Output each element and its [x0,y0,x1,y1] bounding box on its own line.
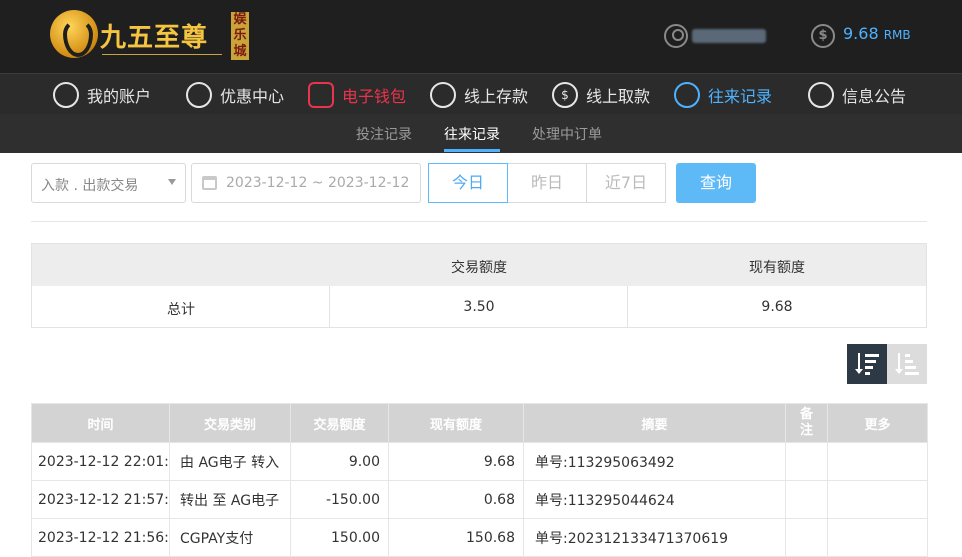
nav-my-account[interactable]: 我的账户 [53,80,151,110]
date-range-picker[interactable]: 2023-12-12 ~ 2023-12-12 [191,163,421,203]
summary-table: 交易额度 现有额度 总计 3.50 9.68 [31,243,927,328]
brand-name: 九五至尊 [100,23,209,53]
summary-total-amount: 3.50 [463,299,495,315]
gift-icon [186,82,212,108]
cell-note [785,442,828,481]
range-today-button[interactable]: 今日 [428,163,508,203]
sort-desc-button[interactable] [847,344,887,384]
active-tab-indicator [444,149,500,152]
cell-balance: 9.68 [388,442,524,481]
col-time: 时间 [31,403,170,443]
cell-more[interactable] [827,480,928,519]
balance-currency: RMB [883,28,911,42]
chevron-down-icon [168,179,176,185]
calendar-icon [202,176,217,190]
date-range-value: 2023-12-12 ~ 2023-12-12 [226,175,410,191]
query-button[interactable]: 查询 [676,163,756,203]
sort-asc-icon [895,353,919,375]
nav-withdraw[interactable]: $ 线上取款 [552,80,650,110]
nav-label: 线上存款 [464,87,529,106]
cell-type: 由 AG电子 转入 [169,442,291,481]
nav-e-wallet[interactable]: 电子钱包 [308,80,406,110]
table-row: 2023-12-12 21:57:12 转出 至 AG电子 -150.00 0.… [31,480,928,519]
divider [31,221,927,222]
sub-nav: 投注记录 往来记录 处理中订单 [0,114,962,153]
deposit-icon [430,82,456,108]
subtab-pending-orders[interactable]: 处理中订单 [532,124,602,144]
col-type: 交易类别 [169,403,291,443]
records-icon [674,82,700,108]
nav-records[interactable]: 往来记录 [674,80,772,110]
range-7days-button[interactable]: 近7日 [586,163,666,203]
cell-balance: 0.68 [388,480,524,519]
col-amount: 交易额度 [290,403,389,443]
brand-seal: 娱乐城 [231,12,249,60]
cell-time: 2023-12-12 21:57:12 [31,480,170,519]
logo-badge-icon [50,10,98,58]
col-note: 备注 [785,403,828,443]
coin-icon: $ [811,24,835,48]
cell-more[interactable] [827,442,928,481]
subtab-transactions[interactable]: 往来记录 [444,124,500,144]
username-masked [692,29,766,43]
main-nav: 我的账户 优惠中心 电子钱包 线上存款 $ 线上取款 往来记录 信息公告 [0,73,962,114]
summary-total-label: 总计 [167,302,195,318]
cell-memo: 单号:113295044624 [523,480,786,519]
cell-time: 2023-12-12 22:01:08 [31,442,170,481]
user-icon [53,82,79,108]
balance-number: 9.68 [843,24,879,43]
range-yesterday-button[interactable]: 昨日 [507,163,587,203]
cell-amount: 9.00 [290,442,389,481]
nav-label: 线上取款 [586,87,651,106]
wallet-icon [308,82,334,108]
nav-announcements[interactable]: 信息公告 [808,80,906,110]
cell-type: 转出 至 AG电子 [169,480,291,519]
nav-deposit[interactable]: 线上存款 [430,80,528,110]
sort-asc-button[interactable] [887,344,927,384]
nav-label: 我的账户 [87,87,152,106]
cell-memo: 单号:113295063492 [523,442,786,481]
subtab-bet-records[interactable]: 投注记录 [356,124,412,144]
sort-desc-icon [855,353,879,375]
table-header-row: 时间 交易类别 交易额度 现有额度 摘要 备注 更多 [31,403,928,443]
summary-header-amount: 交易额度 [451,260,507,276]
summary-total-balance: 9.68 [761,299,793,315]
col-more: 更多 [827,403,928,443]
top-header: 九五至尊 娱乐城 $ 9.68 RMB [0,0,962,73]
bell-icon [808,82,834,108]
summary-header-balance: 现有额度 [749,260,805,276]
col-balance: 现有额度 [388,403,524,443]
site-logo[interactable]: 九五至尊 娱乐城 [50,10,250,62]
user-avatar-icon [664,24,688,48]
nav-label: 信息公告 [842,87,907,106]
balance-amount: 9.68 RMB [843,24,911,43]
table-row: 2023-12-12 22:01:08 由 AG电子 转入 9.00 9.68 … [31,442,928,481]
nav-label: 优惠中心 [220,87,285,106]
withdraw-icon: $ [552,82,578,108]
cell-note [785,480,828,519]
select-value: 入款 . 出款交易 [41,178,139,194]
nav-label: 往来记录 [708,87,773,106]
nav-promotions[interactable]: 优惠中心 [186,80,284,110]
cell-amount: -150.00 [290,480,389,519]
nav-label: 电子钱包 [342,87,407,106]
col-memo: 摘要 [523,403,786,443]
logo-underline [102,54,222,55]
transaction-type-select[interactable]: 入款 . 出款交易 [31,163,186,203]
records-table: 时间 交易类别 交易额度 现有额度 摘要 备注 更多 2023-12-12 22… [31,403,928,557]
